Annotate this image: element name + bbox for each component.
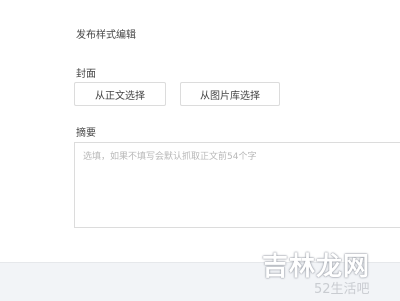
section-title: 发布样式编辑: [76, 30, 136, 41]
publish-style-panel: 发布样式编辑 封面 从正文选择 从图片库选择 摘要: [0, 0, 400, 262]
watermark-logo: 吉林龙网 52生活吧: [262, 246, 392, 300]
summary-label: 摘要: [76, 128, 96, 139]
cover-label: 封面: [76, 69, 96, 80]
summary-textarea[interactable]: [74, 142, 400, 228]
watermark-sub-text: 52生活吧: [314, 282, 370, 297]
select-from-library-button[interactable]: 从图片库选择: [180, 82, 280, 106]
select-from-body-button[interactable]: 从正文选择: [74, 82, 166, 106]
